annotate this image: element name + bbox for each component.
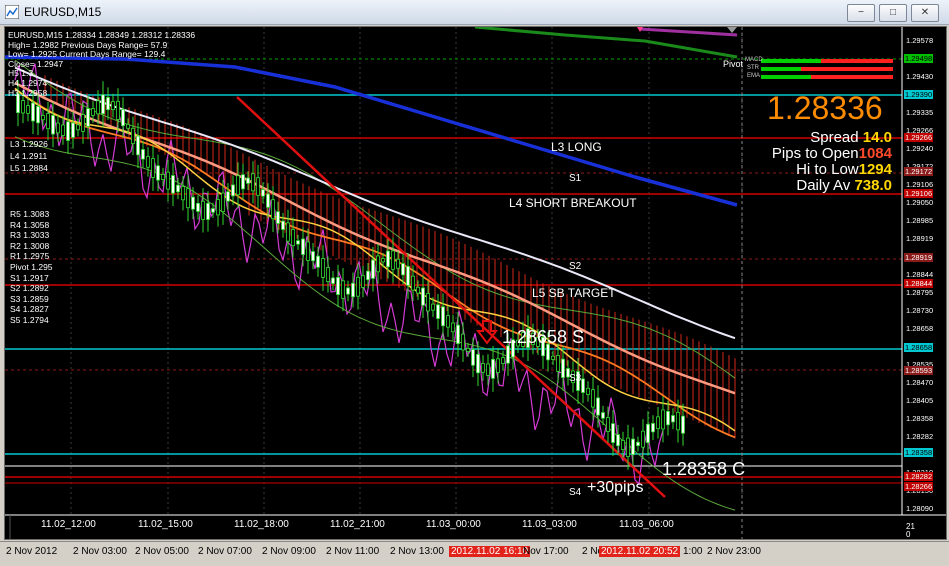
annotation-s4: S4 bbox=[569, 487, 582, 498]
price-tag: 1.28919 bbox=[904, 253, 934, 262]
chart-area[interactable]: EURUSD,M15 1.28334 1.28349 1.28312 1.283… bbox=[4, 26, 947, 540]
pivot-r2: R2 1.3008 bbox=[10, 240, 50, 251]
lower-levels: L3 1.2926 L4 1.2911 L5 1.2884 bbox=[10, 138, 48, 174]
time-label: 1:00 bbox=[683, 546, 703, 557]
pivot-s5: S5 1.2794 bbox=[10, 314, 49, 325]
dav-label: Daily Av bbox=[796, 177, 851, 194]
time-label: 2 Nov 13:00 bbox=[390, 546, 444, 557]
price-tag: 1.28844 bbox=[904, 279, 934, 288]
header-line: Close= 1.2947 bbox=[8, 58, 64, 69]
pivot-p: Pivot 1.295 bbox=[10, 261, 53, 272]
pivot-list: R5 1.3083 R4 1.3058 R3 1.3033 R2 1.3008 … bbox=[10, 209, 53, 326]
x-axis-label: 11.02_18:00 bbox=[234, 519, 289, 530]
level-l3: L3 1.2926 bbox=[10, 139, 48, 149]
restore-button[interactable]: □ bbox=[879, 4, 907, 22]
pivot-s2: S2 1.2892 bbox=[10, 283, 49, 294]
annotation-s2: S2 bbox=[569, 261, 582, 272]
annotation-l3-long: L3 LONG bbox=[551, 140, 602, 154]
spread-row: Spread 14.0 Pips to Open1084 Hi to Low12… bbox=[772, 130, 892, 194]
x-axis-label: 11.02_21:00 bbox=[330, 519, 385, 530]
price-tag: 1.28658 bbox=[904, 343, 934, 352]
spread-value: 14.0 bbox=[862, 129, 892, 146]
chart-app-icon bbox=[5, 5, 19, 19]
annotation-s1: S1 bbox=[569, 173, 582, 184]
header-line: H3 1.2958 bbox=[8, 87, 48, 98]
pto-value: 1084 bbox=[858, 145, 892, 162]
price-tag: 1.29266 bbox=[904, 133, 934, 142]
indicator-bars: MACD STR EMA bbox=[739, 55, 893, 83]
time-label: 2 Nov 2012 bbox=[6, 546, 58, 557]
x-axis-label: 11.03_00:00 bbox=[426, 519, 481, 530]
window-title: EURUSD,M15 bbox=[24, 5, 102, 19]
annotation-close-exit: 1.28358 C bbox=[662, 459, 746, 479]
time-label: 2 Nov 07:00 bbox=[198, 546, 252, 557]
time-label: 2 Nov 09:00 bbox=[262, 546, 316, 557]
price-tag: 1.28593 bbox=[904, 366, 934, 375]
x-axis-label: 11.02_12:00 bbox=[41, 519, 96, 530]
x-axis-label: 11.02_15:00 bbox=[138, 519, 193, 530]
price-tag: 1.28266 bbox=[904, 482, 934, 491]
time-label-highlight: 2012.11.02 20:52 bbox=[599, 546, 681, 557]
time-label: Nov 17:00 bbox=[523, 546, 569, 557]
pivot-r3: R3 1.3033 bbox=[10, 230, 50, 241]
spread-label: Spread bbox=[810, 129, 859, 146]
pto-label: Pips to Open bbox=[771, 145, 859, 162]
annotation-short-entry: 1.28658 S bbox=[502, 327, 585, 347]
macd-label: MACD bbox=[745, 57, 763, 63]
pivot-s4: S4 1.2827 bbox=[10, 304, 49, 315]
pivot-r4: R4 1.3058 bbox=[10, 219, 50, 230]
time-label-highlight: 2012.11.02 16:10 bbox=[449, 546, 531, 557]
pivot-r1: R1 1.2975 bbox=[10, 251, 50, 262]
close-button[interactable]: ✕ bbox=[911, 4, 939, 22]
chart-x-axis: 11.02_12:00 11.02_15:00 11.02_18:00 11.02_2… bbox=[5, 519, 902, 535]
minimize-button[interactable]: − bbox=[847, 4, 875, 22]
ema-label: EMA bbox=[747, 73, 761, 79]
pivot-s1: S1 1.2917 bbox=[10, 272, 49, 283]
pivot-r5: R5 1.3083 bbox=[10, 209, 50, 219]
time-label: 2 Nov 03:00 bbox=[73, 546, 127, 557]
x-axis-label: 11.03_06:00 bbox=[619, 519, 674, 530]
time-label: 2 Nov 23:00 bbox=[707, 546, 761, 557]
price-tag: 1.29106 bbox=[904, 189, 934, 198]
str-label: STR bbox=[747, 65, 759, 71]
annotation-pips: +30pips bbox=[587, 479, 644, 496]
level-l4: L4 1.2911 bbox=[10, 151, 48, 161]
price-tag: 1.29390 bbox=[904, 90, 934, 99]
pivot-s3: S3 1.2859 bbox=[10, 293, 49, 304]
time-label: 2 Nov 11:00 bbox=[326, 546, 380, 557]
time-label: 2 Nov 05:00 bbox=[135, 546, 189, 557]
annotation-l5-target: L5 SB TARGET bbox=[532, 286, 616, 300]
time-scale-bar[interactable]: 2 Nov 2012 2 Nov 03:00 2 Nov 05:00 2 Nov… bbox=[0, 541, 949, 566]
price-tag: 1.28358 bbox=[904, 448, 934, 457]
x-axis-label: 11.03_03:00 bbox=[522, 519, 577, 530]
htl-label: Hi to Low bbox=[796, 161, 859, 178]
htl-value: 1294 bbox=[858, 161, 892, 178]
price-tag: 1.29172 bbox=[904, 167, 934, 176]
header-info: EURUSD,M15 1.28334 1.28349 1.28312 1.283… bbox=[8, 30, 195, 98]
annotation-l4-short: L4 SHORT BREAKOUT bbox=[509, 196, 637, 210]
osc-axis-bottom: 0 bbox=[906, 530, 911, 539]
price-tag: 1.29498 bbox=[904, 54, 934, 63]
annotation-s3: S3 bbox=[569, 373, 582, 384]
dav-value: 738.0 bbox=[854, 177, 892, 194]
price-tag: 1.28282 bbox=[904, 472, 934, 481]
level-l5: L5 1.2884 bbox=[10, 163, 48, 173]
window-titlebar: EURUSD,M15 − □ ✕ bbox=[0, 0, 949, 25]
price-axis-tags: 1.29498 1.29390 1.29266 1.29172 1.29106 1.289… bbox=[903, 27, 946, 515]
current-price: 1.28336 bbox=[767, 90, 883, 126]
